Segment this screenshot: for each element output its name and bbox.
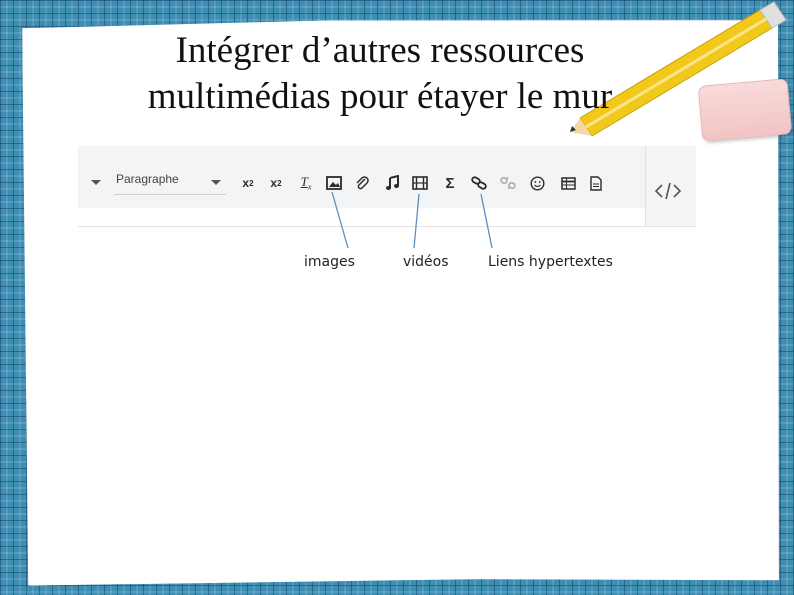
- format-select-value: Paragraphe: [116, 172, 179, 186]
- link-icon: [471, 176, 487, 190]
- clear-format-icon: Tx: [300, 174, 312, 192]
- image-button[interactable]: [324, 172, 344, 194]
- sigma-icon: Σ: [445, 174, 455, 192]
- slide-title: Intégrer d’autres ressources multimédias…: [60, 28, 700, 120]
- formula-button[interactable]: Σ: [440, 172, 460, 194]
- document-button[interactable]: [586, 172, 606, 194]
- subscript-button[interactable]: x2: [238, 172, 258, 194]
- film-icon: [412, 176, 428, 190]
- editor-toolbar: Paragraphe x2 x2 Tx Σ: [78, 146, 696, 227]
- unlink-icon: [500, 176, 516, 190]
- table-icon: [560, 176, 576, 190]
- format-select-chevron-icon[interactable]: [211, 180, 221, 185]
- chevron-down-icon[interactable]: [91, 180, 101, 185]
- video-button[interactable]: [410, 172, 430, 194]
- link-button[interactable]: [469, 172, 489, 194]
- image-icon: [326, 176, 342, 190]
- videos-annotation: vidéos: [403, 254, 449, 270]
- images-annotation: images: [304, 254, 355, 270]
- clear-format-button[interactable]: Tx: [296, 172, 316, 194]
- emoji-button[interactable]: [527, 172, 547, 194]
- unlink-button[interactable]: [498, 172, 518, 194]
- attachment-button[interactable]: [352, 172, 372, 194]
- format-select[interactable]: Paragraphe: [114, 168, 226, 195]
- slide-title-line-1: Intégrer d’autres ressources: [175, 30, 585, 71]
- code-icon[interactable]: [654, 180, 682, 202]
- editor-content-area[interactable]: [78, 208, 696, 226]
- links-annotation: Liens hypertextes: [488, 254, 613, 270]
- paperclip-icon: [356, 176, 369, 190]
- music-note-icon: [386, 175, 399, 190]
- slide-title-line-2: multimédias pour étayer le mur: [147, 76, 613, 117]
- document-icon: [590, 175, 602, 191]
- table-button[interactable]: [558, 172, 578, 194]
- superscript-button[interactable]: x2: [266, 172, 286, 194]
- audio-button[interactable]: [382, 172, 402, 194]
- smiley-icon: [529, 175, 545, 191]
- eraser-decoration: [697, 78, 793, 142]
